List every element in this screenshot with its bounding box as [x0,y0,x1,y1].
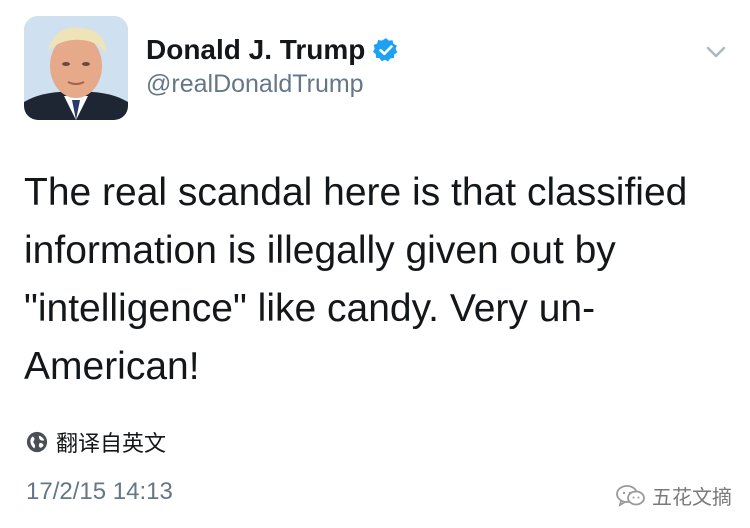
watermark-text: 五花文摘 [652,485,732,509]
tweet-timestamp[interactable]: 17/2/15 14:13 [26,478,173,506]
author-handle[interactable]: @realDonaldTrump [146,70,364,99]
avatar[interactable] [24,16,128,120]
chevron-down-icon[interactable] [704,40,728,64]
tweet-text: The real scandal here is that classified… [24,171,688,388]
verified-badge-icon [373,38,398,62]
author-name-text[interactable]: Donald J. Trump [146,34,365,66]
watermark: 五花文摘 [616,481,732,510]
author-name[interactable]: Donald J. Trump [146,34,399,66]
wechat-icon [616,484,645,507]
translate-button[interactable]: 翻译自英文 [26,426,166,458]
translate-label[interactable]: 翻译自英文 [56,426,166,458]
globe-icon [26,431,48,453]
